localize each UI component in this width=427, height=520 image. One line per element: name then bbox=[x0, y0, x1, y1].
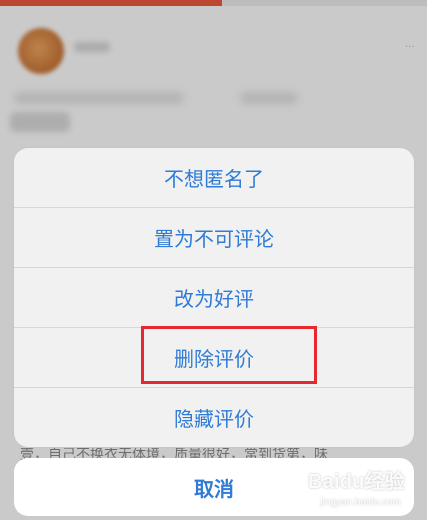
action-disable-comments-button[interactable]: 置为不可评论 bbox=[14, 208, 414, 268]
action-change-to-positive-button[interactable]: 改为好评 bbox=[14, 268, 414, 328]
action-sheet: 不想匿名了 置为不可评论 改为好评 删除评价 隐藏评价 bbox=[14, 148, 414, 447]
action-hide-review-button[interactable]: 隐藏评价 bbox=[14, 388, 414, 447]
action-unanonymize-button[interactable]: 不想匿名了 bbox=[14, 148, 414, 208]
cancel-button[interactable]: 取消 bbox=[14, 458, 414, 516]
action-delete-review-button[interactable]: 删除评价 bbox=[14, 328, 414, 388]
